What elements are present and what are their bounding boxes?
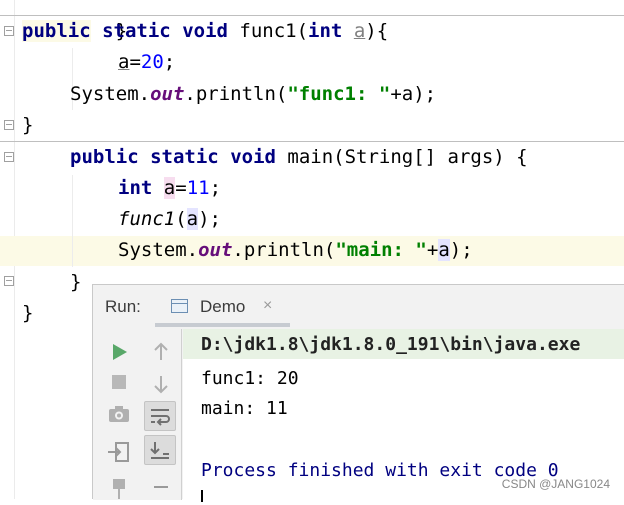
- stop-icon[interactable]: [103, 367, 135, 397]
- code-line-func1-signature[interactable]: public static void func1(int a){: [22, 16, 388, 47]
- code-line-main-call[interactable]: func1(a);: [118, 204, 221, 235]
- run-toolbar-right: [139, 329, 182, 500]
- close-tab-icon[interactable]: ×: [263, 297, 272, 315]
- tab-demo-label: Demo: [200, 297, 246, 316]
- print-icon[interactable]: [145, 475, 177, 505]
- scroll-to-end-button[interactable]: [144, 435, 176, 465]
- fold-icon[interactable]: [4, 152, 14, 162]
- console-line: func1: 20: [201, 368, 299, 389]
- console-command-line: D:\jdk1.8\jdk1.8.0_191\bin\java.exe: [183, 329, 624, 359]
- code-line-top-brace[interactable]: }: [70, 0, 127, 42]
- down-arrow-icon[interactable]: [145, 369, 177, 399]
- tab-demo[interactable]: Demo ×: [155, 285, 290, 327]
- console-caret: [201, 490, 203, 502]
- console-command-text: D:\jdk1.8\jdk1.8.0_191\bin\java.exe: [201, 334, 581, 355]
- run-toolbar-left: [93, 329, 139, 500]
- code-line-class-close[interactable]: }: [22, 298, 33, 329]
- camera-icon[interactable]: [103, 399, 135, 429]
- fold-icon[interactable]: [4, 120, 14, 130]
- run-header: Run: Demo ×: [93, 285, 624, 329]
- code-line-func1-assign[interactable]: a=20;: [118, 47, 175, 78]
- code-line-main-print[interactable]: System.out.println("main: "+a);: [118, 235, 473, 266]
- run-tool-window[interactable]: Run: Demo × D:\jdk1.8\jdk1.8.0_191\bin\j…: [92, 284, 624, 502]
- login-icon[interactable]: [103, 437, 135, 467]
- code-line-func1-print[interactable]: System.out.println("func1: "+a);: [70, 79, 436, 110]
- soft-wrap-button[interactable]: [144, 401, 176, 431]
- console-window-icon: [171, 299, 188, 313]
- watermark: CSDN @JANG1024: [501, 477, 610, 491]
- up-arrow-icon[interactable]: [145, 337, 177, 367]
- scroll-to-end-icon: [150, 442, 169, 459]
- tab-active-indicator: [155, 323, 290, 327]
- run-icon[interactable]: [103, 337, 135, 367]
- fold-icon[interactable]: [4, 26, 14, 36]
- run-label: Run:: [105, 297, 141, 316]
- code-line-main-close[interactable]: }: [70, 267, 81, 298]
- console-output[interactable]: D:\jdk1.8\jdk1.8.0_191\bin\java.exe func…: [183, 329, 624, 502]
- code-line-main-decl[interactable]: int a=11;: [118, 173, 221, 204]
- code-line-main-signature[interactable]: public static void main(String[] args) {: [70, 142, 528, 173]
- console-line: main: 11: [201, 398, 288, 419]
- code-line-func1-close[interactable]: }: [22, 110, 33, 141]
- fold-icon[interactable]: [4, 276, 14, 286]
- soft-wrap-icon: [151, 409, 170, 426]
- indent-guide: [72, 175, 73, 267]
